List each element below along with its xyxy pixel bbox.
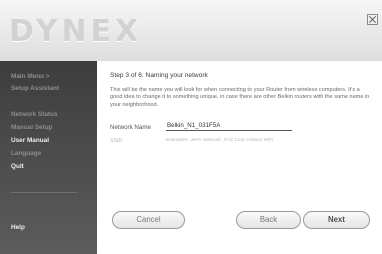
cancel-button[interactable]: Cancel	[112, 211, 185, 229]
sidebar-divider	[11, 192, 77, 193]
sidebar-item-user-manual[interactable]: User Manual	[11, 137, 49, 144]
network-name-label: Network Name	[110, 124, 151, 131]
dynex-logo: DYNEX	[9, 14, 143, 49]
sidebar-item-manual-setup[interactable]: Manual Setup	[11, 124, 53, 131]
ssid-label: SSID	[110, 138, 123, 144]
header: DYNEX	[0, 0, 382, 61]
back-button[interactable]: Back	[236, 211, 301, 229]
main-content: Step 3 of 6: Naming your network This wi…	[97, 61, 382, 254]
step-description: This will be the name you will look for …	[110, 87, 370, 108]
next-button[interactable]: Next	[303, 211, 370, 229]
sidebar: Main Menu > Setup Assistant Network Stat…	[0, 61, 97, 254]
sidebar-item-help[interactable]: Help	[11, 224, 25, 231]
sidebar-item-setup-assistant[interactable]: Setup Assistant	[11, 85, 59, 92]
sidebar-item-main-menu[interactable]: Main Menu >	[11, 73, 50, 80]
sidebar-item-quit[interactable]: Quit	[11, 163, 24, 170]
step-title: Step 3 of 6: Naming your network	[110, 72, 208, 79]
sidebar-item-language[interactable]: Language	[11, 150, 41, 157]
sidebar-item-network-status[interactable]: Network Status	[11, 111, 58, 118]
ssid-example-text: Examples: Jen's Network, XYZ Corp Visito…	[166, 138, 274, 143]
network-name-input[interactable]	[166, 120, 292, 131]
close-icon[interactable]	[367, 14, 378, 25]
